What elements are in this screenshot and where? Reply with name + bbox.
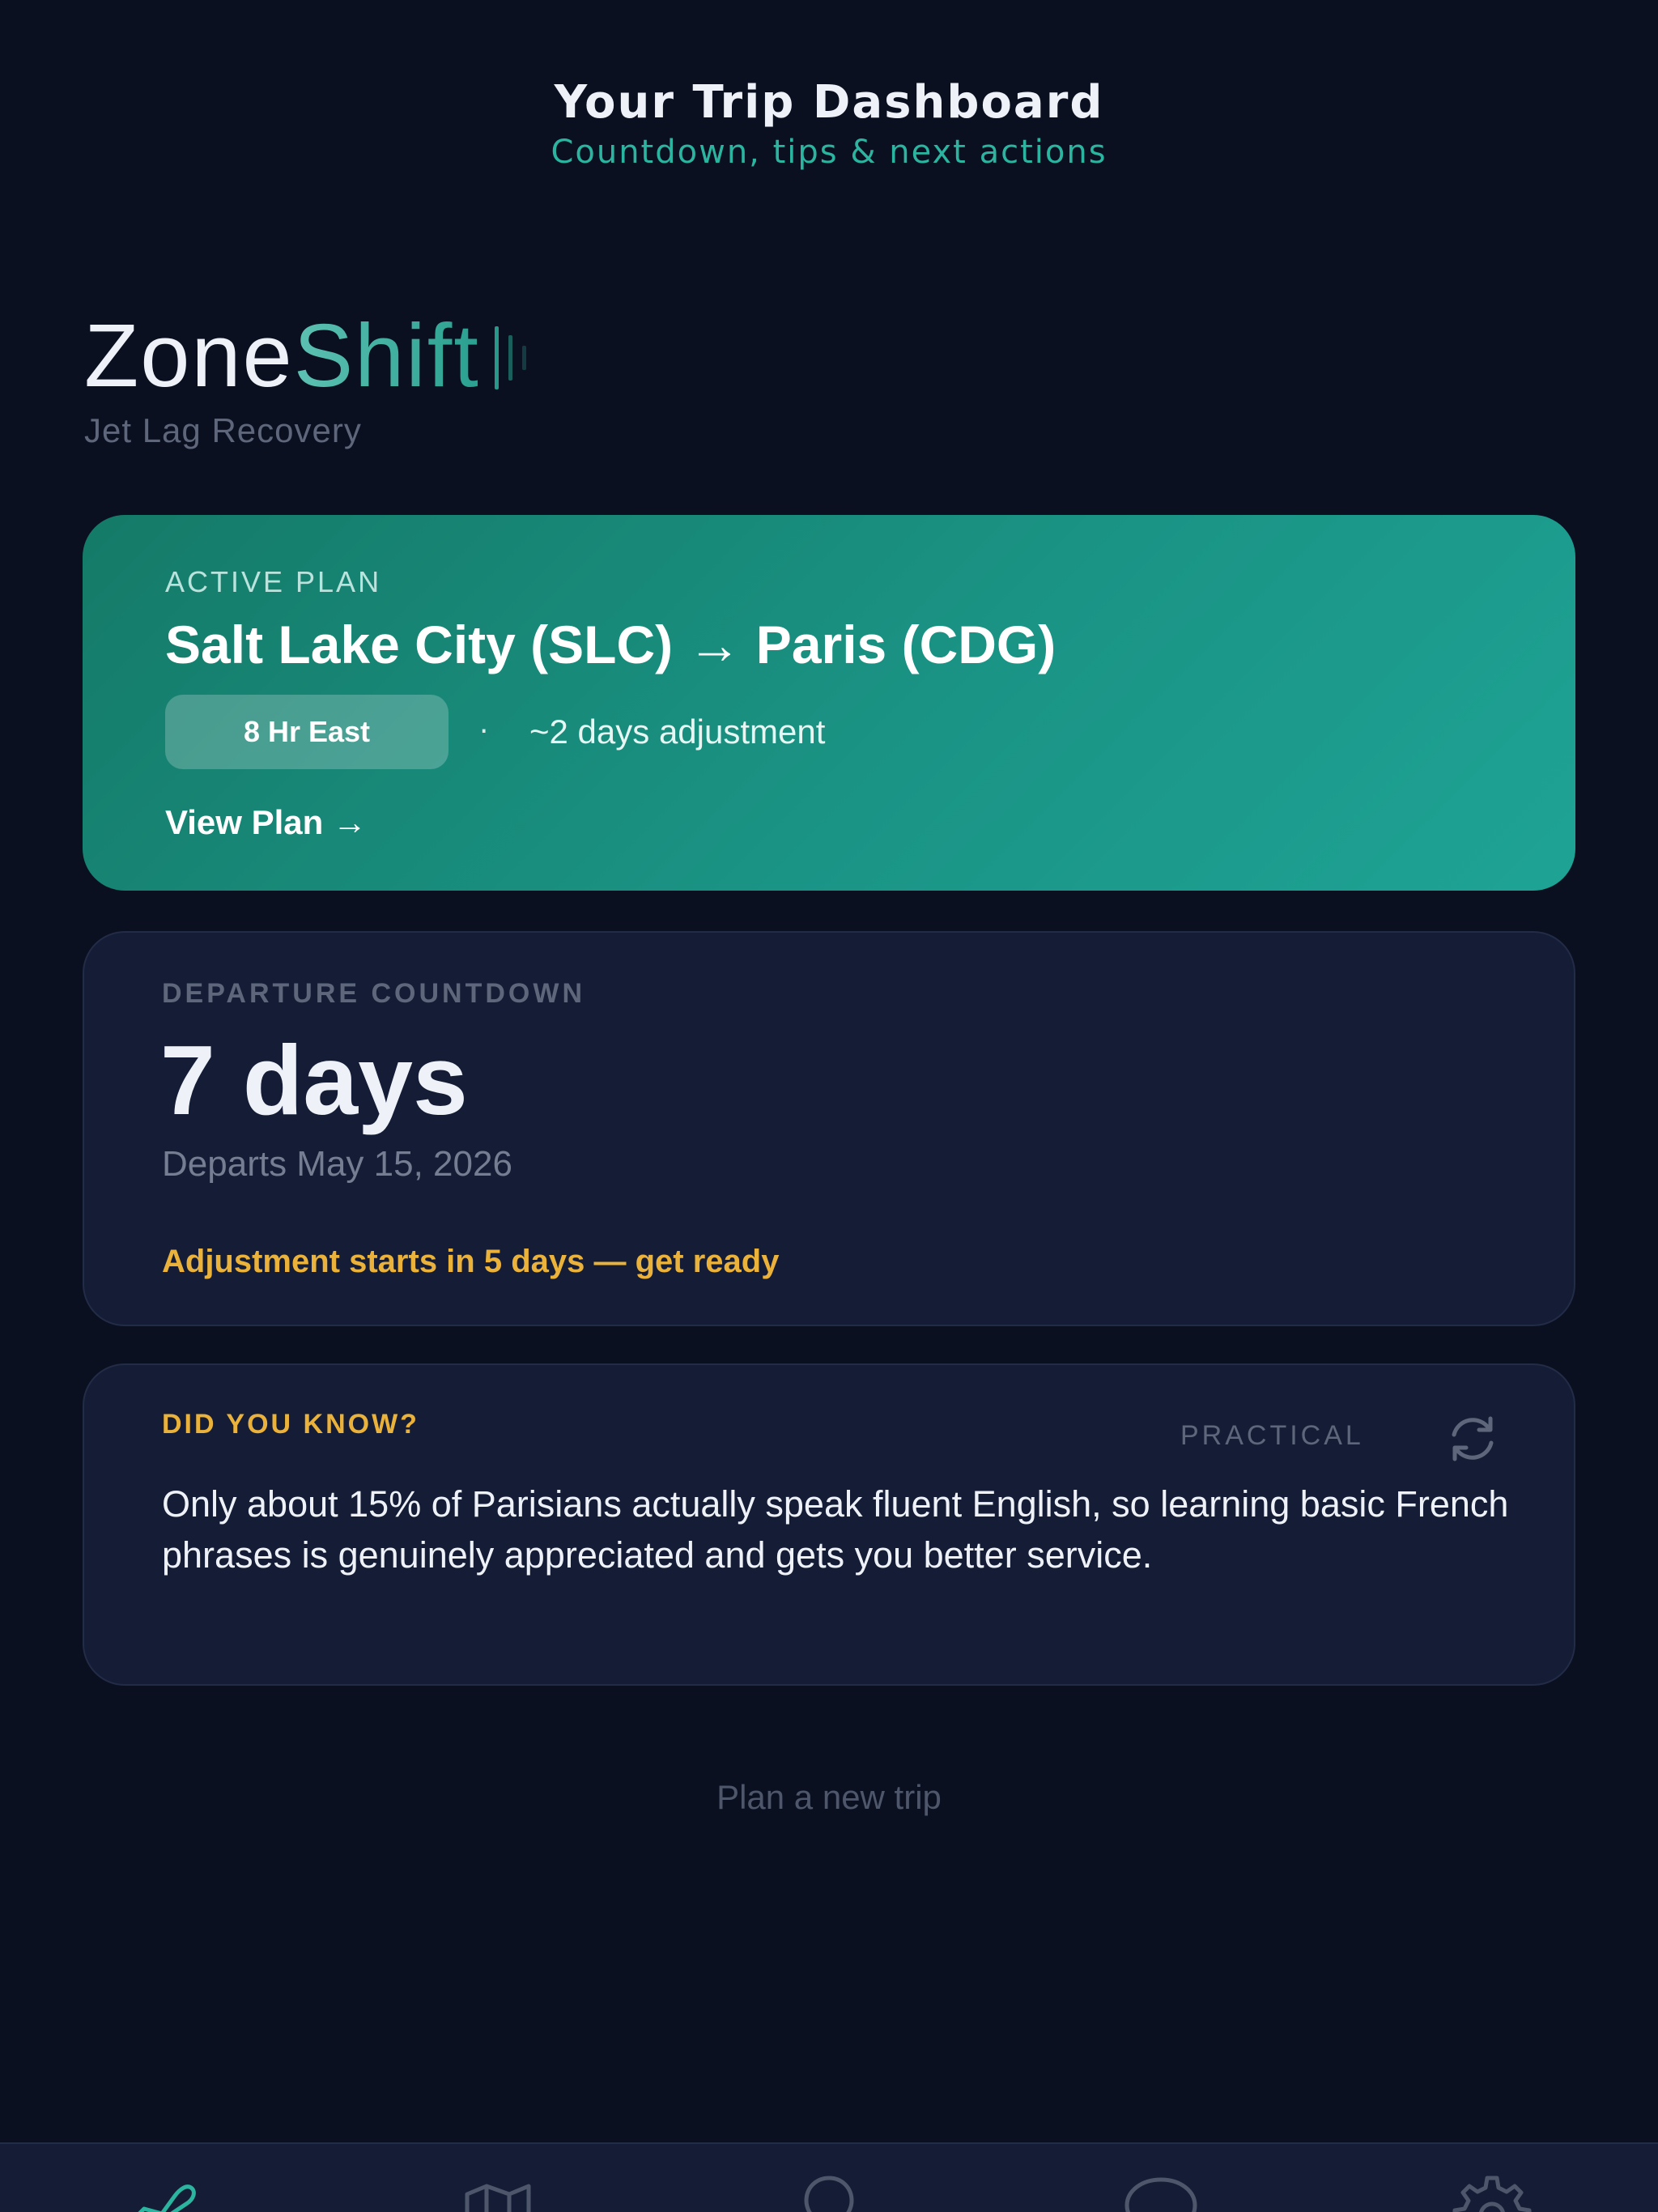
refresh-icon[interactable] [1444,1410,1501,1467]
map-icon [465,2184,531,2212]
app-tagline: Jet Lag Recovery [84,411,362,449]
adjustment-duration: ~2 days adjustment [529,713,826,751]
active-plan-card[interactable]: ACTIVE PLAN Salt Lake City (SLC) → Paris… [83,515,1575,891]
countdown-value: 7 days [160,1025,468,1135]
countdown-label: DEPARTURE COUNTDOWN [162,978,586,1009]
tab-map[interactable] [449,2172,546,2212]
adjustment-alert: Adjustment starts in 5 days — get ready [162,1244,780,1279]
page-title: Your Trip Dashboard [554,76,1104,129]
tab-settings[interactable] [1443,2172,1541,2212]
logo-word-zone: Zone [84,306,294,406]
trip-dashboard-screen: Your Trip Dashboard Countdown, tips & ne… [0,0,1658,2212]
plane-icon [138,2184,196,2212]
gear-icon [1452,2176,1532,2212]
view-plan-link[interactable]: View Plan → [165,800,367,845]
plan-new-trip-link[interactable]: Plan a new trip [716,1778,942,1816]
page-subtitle: Countdown, tips & next actions [551,134,1107,171]
departure-countdown-card: DEPARTURE COUNTDOWN 7 days Departs May 1… [83,931,1575,1326]
tab-chat[interactable] [1112,2172,1209,2212]
app-logo: Zone Shift [84,308,526,405]
fact-category-label: PRACTICAL [1180,1420,1364,1451]
chat-icon [1124,2177,1197,2212]
logo-signal-bars [485,317,526,398]
plan-route: Salt Lake City (SLC) → Paris (CDG) [165,615,1056,674]
did-you-know-label: DID YOU KNOW? [162,1409,419,1440]
departure-date: Departs May 15, 2026 [162,1144,512,1184]
tab-trips[interactable] [118,2172,215,2212]
fact-text: Only about 15% of Parisians actually spe… [162,1483,1509,1576]
new-trip-row: Plan a new trip [0,1773,1658,1822]
did-you-know-card: DID YOU KNOW? PRACTICAL Only about 15% o… [83,1363,1575,1686]
tab-tips[interactable] [780,2172,878,2212]
page-header: Your Trip Dashboard Countdown, tips & ne… [0,74,1658,173]
separator-dot: · [479,715,489,748]
active-plan-label: ACTIVE PLAN [165,565,382,598]
bottom-tab-bar [0,2142,1658,2212]
lightbulb-icon [804,2176,854,2212]
timezone-shift-badge: 8 Hr East [165,695,449,769]
logo-word-shift: Shift [293,306,480,406]
